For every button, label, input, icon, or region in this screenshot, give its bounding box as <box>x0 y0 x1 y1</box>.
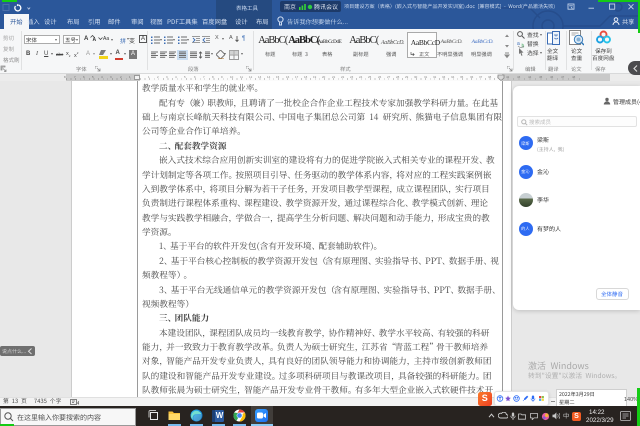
svg-text:a: a <box>517 41 520 47</box>
svg-text:b: b <box>521 43 524 48</box>
